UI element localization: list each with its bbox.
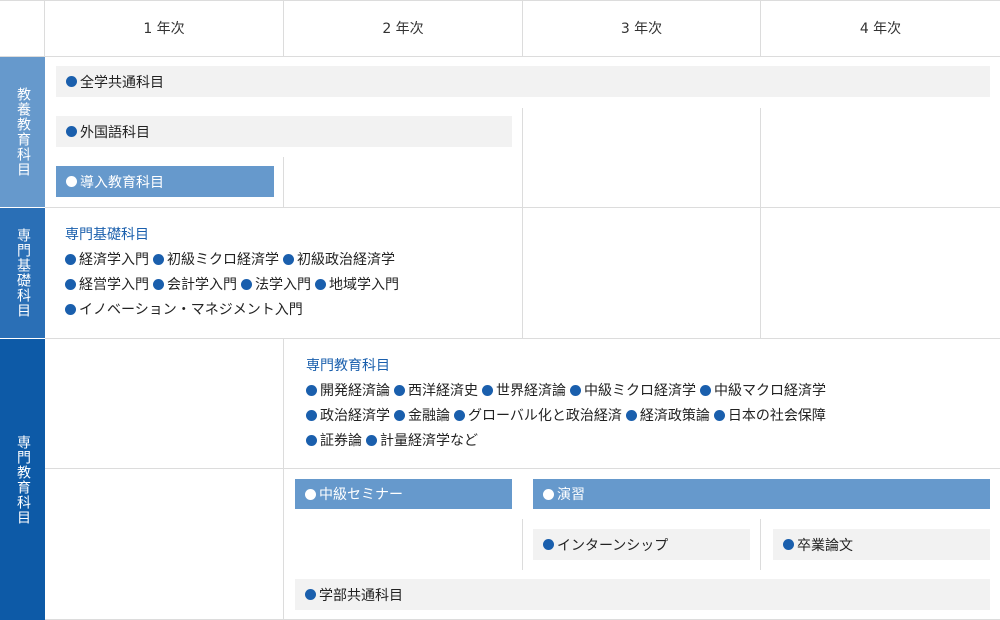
bullet-icon [315, 279, 326, 290]
category-general: 教養教育科目 [0, 57, 45, 207]
category-specialized: 専門教育科目 [0, 339, 45, 620]
bullet-icon [305, 589, 316, 600]
basic-subjects-row-1: 経済学入門 初級ミクロ経済学 初級政治経済学 [65, 248, 515, 273]
basic-subject-item: 経営学入門 [65, 273, 149, 298]
basic-subject-item: イノベーション・マネジメント入門 [65, 298, 303, 323]
specialized-subject-item: 金融論 [394, 404, 450, 429]
bullet-icon [65, 279, 76, 290]
bullet-icon [66, 76, 77, 87]
bullet-icon [394, 385, 405, 396]
bullet-icon [482, 385, 493, 396]
bullet-icon [66, 126, 77, 137]
specialized-subject-item: 開発経済論 [306, 379, 390, 404]
specialized-subjects-title: 専門教育科目 [306, 358, 390, 374]
specialized-subject-item: グローバル化と政治経済 [454, 404, 622, 429]
bullet-icon [713, 410, 725, 421]
specialized-subjects-group: 専門教育科目 開発経済論 西洋経済史 世界経済論 中級ミクロ経済学 中級マクロ経済学 政… [306, 354, 996, 454]
bullet-icon [394, 410, 405, 421]
bullet-icon [783, 539, 794, 550]
bullet-icon [306, 385, 317, 396]
bullet-icon [305, 488, 316, 500]
intermediate-seminar-label: 中級セミナー [319, 487, 403, 503]
internship-label: インターンシップ [557, 537, 669, 554]
bullet-icon [543, 539, 554, 550]
graduation-thesis-label: 卒業論文 [797, 537, 853, 554]
bullet-icon [153, 254, 164, 265]
practice-bar: 演習 [533, 479, 990, 509]
col-line-3-general [760, 108, 761, 338]
col-line-1-general [283, 157, 284, 207]
faculty-common-bar: 学部共通科目 [295, 579, 990, 610]
year-header-1: 1 年次 [143, 21, 185, 37]
specialized-subject-item: 日本の社会保障 [713, 404, 826, 429]
col-line-3-practice [760, 519, 761, 570]
basic-subject-item: 初級政治経済学 [283, 248, 395, 273]
year-header-4: 4 年次 [859, 21, 902, 37]
specialized-subject-item: 中級マクロ経済学 [700, 379, 826, 404]
col-line-2-general [522, 108, 523, 338]
bullet-icon [543, 488, 554, 500]
basic-subject-item: 経済学入門 [65, 248, 149, 273]
specialized-subject-item: 政治経済学 [306, 404, 390, 429]
bullet-icon [153, 279, 164, 290]
specialized-subjects-row-3: 証券論 計量経済学など [306, 429, 996, 454]
bullet-icon [65, 304, 76, 315]
foreign-language-bar: 外国語科目 [56, 116, 512, 147]
bullet-icon [625, 410, 637, 421]
bullet-icon [241, 279, 252, 290]
specialized-subject-item: 計量経済学など [366, 429, 478, 454]
basic-subjects-row-3: イノベーション・マネジメント入門 [65, 298, 515, 323]
intro-education-bar: 導入教育科目 [56, 166, 274, 197]
basic-subjects-row-2: 経営学入門 会計学入門 法学入門 地域学入門 [65, 273, 515, 298]
basic-subjects-group: 専門基礎科目 経済学入門 初級ミクロ経済学 初級政治経済学 経営学入門 会計学入門 法学… [65, 223, 515, 323]
intro-education-label: 導入教育科目 [80, 174, 164, 191]
basic-subject-item: 法学入門 [241, 273, 311, 298]
col-line-2-practice [522, 519, 523, 570]
year-header-3: 3 年次 [620, 21, 663, 37]
intermediate-seminar-bar: 中級セミナー [295, 479, 512, 509]
specialized-subjects-row-2: 政治経済学 金融論 グローバル化と政治経済 経済政策論 日本の社会保障 [306, 404, 996, 429]
all-common-subjects-bar: 全学共通科目 [56, 66, 990, 97]
internship-bar: インターンシップ [533, 529, 750, 560]
practice-label: 演習 [557, 487, 585, 503]
graduation-thesis-bar: 卒業論文 [773, 529, 990, 560]
bullet-icon [306, 435, 317, 446]
bullet-icon [700, 385, 711, 396]
basic-subject-item: 地域学入門 [315, 273, 399, 298]
col-line-1-specialized [283, 338, 284, 620]
specialized-subject-item: 世界経済論 [482, 379, 566, 404]
specialized-subject-item: 証券論 [306, 429, 362, 454]
bullet-icon [570, 385, 581, 396]
year-header-2: 2 年次 [382, 21, 424, 37]
specialized-subject-item: 中級ミクロ経済学 [570, 379, 696, 404]
bullet-icon [306, 410, 317, 421]
basic-subjects-title: 専門基礎科目 [65, 227, 149, 243]
bullet-icon [454, 410, 465, 421]
all-common-subjects-label: 全学共通科目 [80, 74, 164, 91]
row-line-basic [45, 338, 1000, 339]
category-basic: 専門基礎科目 [0, 208, 45, 338]
row-line-specialized [45, 468, 1000, 469]
bullet-icon [366, 435, 377, 446]
header-bottom-line [0, 56, 1000, 57]
specialized-subject-item: 西洋経済史 [394, 379, 478, 404]
foreign-language-label: 外国語科目 [80, 124, 150, 141]
faculty-common-label: 学部共通科目 [319, 587, 403, 604]
bullet-icon [66, 176, 77, 187]
bullet-icon [65, 254, 76, 265]
basic-subject-item: 会計学入門 [153, 273, 237, 298]
specialized-subjects-row-1: 開発経済論 西洋経済史 世界経済論 中級ミクロ経済学 中級マクロ経済学 [306, 379, 996, 404]
specialized-subject-item: 経済政策論 [625, 404, 710, 429]
bullet-icon [283, 254, 294, 265]
basic-subject-item: 初級ミクロ経済学 [153, 248, 279, 273]
